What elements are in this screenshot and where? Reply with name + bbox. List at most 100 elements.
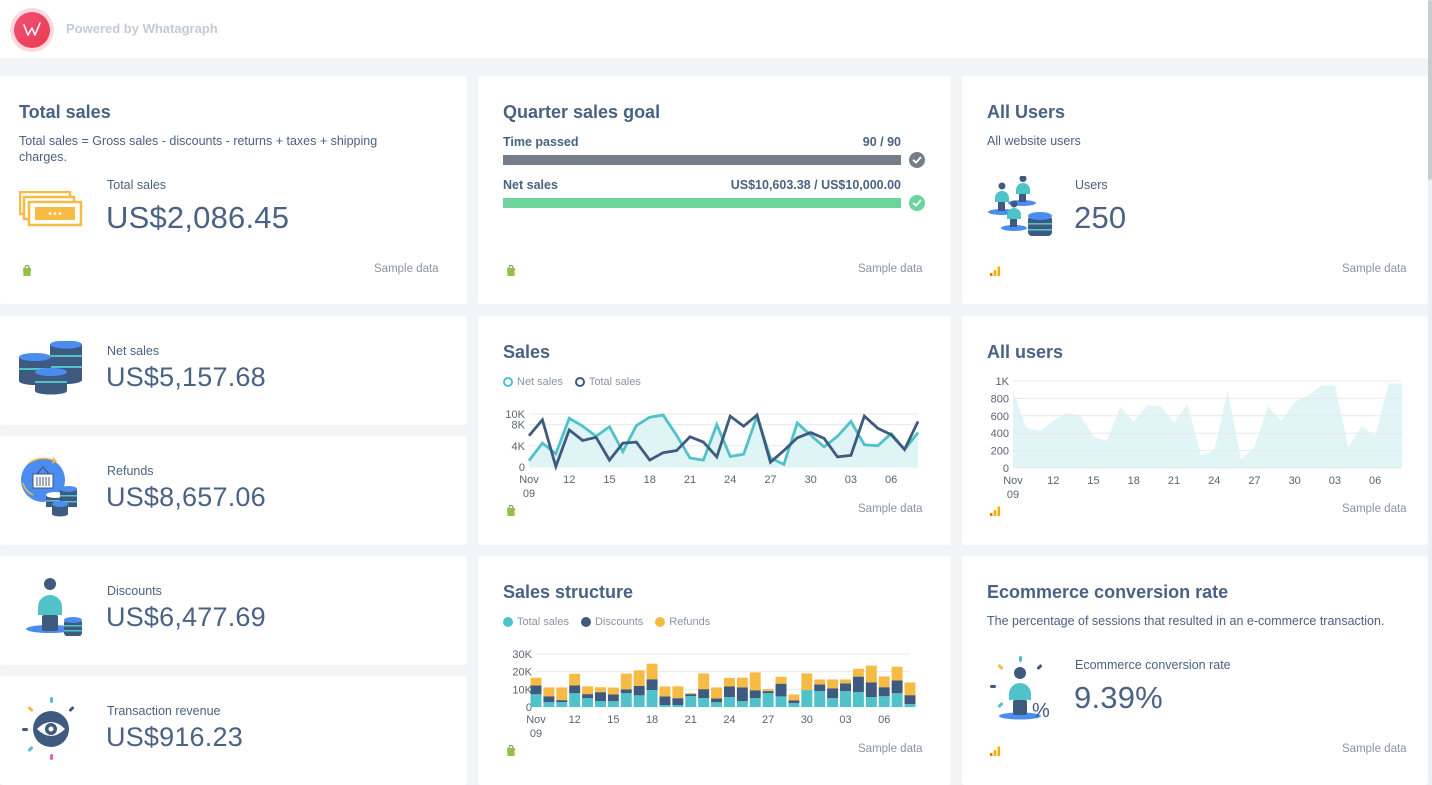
- bar-total-sales: [814, 691, 826, 707]
- person-percent-icon: %: [988, 656, 1052, 727]
- bar-discounts: [775, 683, 787, 697]
- bar-refunds: [852, 668, 864, 677]
- legend-label: Net sales: [517, 376, 563, 388]
- x-tick-label: 27: [762, 714, 774, 726]
- card-title: Total sales: [19, 102, 111, 122]
- bar-refunds: [827, 679, 839, 689]
- legend-item-total-sales[interactable]: Total sales: [503, 616, 569, 628]
- sample-data-label: Sample data: [1342, 743, 1407, 755]
- bar-refunds: [672, 686, 684, 699]
- legend-marker: [503, 377, 513, 387]
- bar-discounts: [711, 698, 723, 703]
- bar-refunds: [711, 687, 723, 699]
- bar-total-sales: [840, 691, 851, 707]
- bar-refunds: [723, 677, 735, 687]
- bar-total-sales: [685, 696, 697, 707]
- bar-total-sales: [723, 697, 735, 707]
- bar-total-sales: [595, 701, 606, 707]
- bar-total-sales: [607, 701, 619, 707]
- card-title: Sales structure: [503, 582, 634, 602]
- x-tick-label: 03: [839, 714, 851, 726]
- bar-refunds: [646, 663, 658, 680]
- chart-legend: Total sales Discounts Refunds: [503, 616, 710, 628]
- card-net-sales: Net sales US$5,157.68: [0, 316, 467, 425]
- legend-item-refunds[interactable]: Refunds: [655, 616, 710, 628]
- metric-label: Total sales: [107, 178, 167, 192]
- goal-time-passed-bar: [503, 155, 901, 165]
- bar-discounts: [827, 688, 839, 699]
- y-tick-label: 10K: [505, 409, 525, 421]
- legend-label: Refunds: [669, 616, 711, 628]
- metric-label: Users: [1075, 178, 1108, 192]
- bar-total-sales: [736, 701, 748, 707]
- y-tick-label: 600: [991, 411, 1009, 423]
- bar-refunds: [878, 676, 890, 688]
- sample-data-label: Sample data: [858, 503, 923, 515]
- bar-refunds: [607, 687, 619, 695]
- metric-value: US$6,477.69: [106, 602, 266, 632]
- card-description: All website users: [987, 134, 1081, 148]
- sample-data-label: Sample data: [858, 743, 923, 755]
- y-tick-label: 8K: [512, 420, 526, 432]
- card-description: The percentage of sessions that resulted…: [987, 614, 1385, 628]
- bar-refunds: [801, 673, 813, 691]
- person-coins-icon: [26, 577, 84, 644]
- legend-label: Total sales: [588, 376, 641, 388]
- legend-item-total-sales[interactable]: Total sales: [574, 376, 641, 388]
- card-title: Ecommerce conversion rate: [987, 582, 1229, 602]
- sales-line-chart: 0 4K 8K10K Nov 09 12 15 18 21 24 27 30 03 06: [505, 409, 920, 500]
- y-tick-label: 800: [991, 393, 1009, 405]
- goal-time-passed-value: 90 / 90: [862, 135, 901, 149]
- bar-discounts: [865, 682, 877, 698]
- scrollbar[interactable]: [1428, 0, 1432, 785]
- card-title: Quarter sales goal: [503, 102, 661, 122]
- scrollbar-thumb[interactable]: [1428, 0, 1432, 180]
- metric-value: US$5,157.68: [106, 362, 266, 392]
- bar-total-sales: [827, 698, 839, 707]
- metric-label: Discounts: [107, 584, 162, 598]
- x-tick-label: 30: [1289, 475, 1301, 487]
- bar-total-sales: [865, 697, 877, 707]
- x-tick-label: 24: [1208, 475, 1220, 487]
- bar-refunds: [659, 686, 671, 697]
- y-tick-label: 0: [519, 462, 525, 474]
- top-bar: Powered by Whatagraph: [0, 0, 1432, 58]
- x-tick-label: 12: [569, 714, 581, 726]
- legend-item-net-sales[interactable]: Net sales: [503, 376, 563, 388]
- bar-discounts: [595, 692, 606, 702]
- bar-refunds: [775, 676, 787, 684]
- metric-value: US$916.23: [106, 722, 243, 752]
- whatagraph-logo[interactable]: [10, 8, 54, 52]
- x-tick-label: 06: [878, 714, 890, 726]
- y-tick-label: 200: [991, 446, 1009, 458]
- x-tick-label: 30: [805, 474, 817, 486]
- bar-discounts: [685, 694, 697, 697]
- x-tick-label: 24: [723, 714, 735, 726]
- coin-stacks-icon: [19, 340, 83, 400]
- card-discounts: Discounts US$6,477.69: [0, 556, 467, 665]
- powered-by-label[interactable]: Powered by Whatagraph: [66, 21, 218, 36]
- x-tick-label: 27: [1248, 475, 1260, 487]
- goal-net-sales-label: Net sales: [503, 178, 558, 192]
- legend-item-discounts[interactable]: Discounts: [580, 616, 643, 628]
- bar-discounts: [788, 700, 800, 704]
- bar-total-sales: [788, 703, 800, 707]
- x-tick-label: 18: [644, 474, 656, 486]
- metric-value: 250: [1074, 200, 1127, 235]
- x-tick-label: Nov: [519, 474, 539, 486]
- sample-data-label: Sample data: [1342, 503, 1407, 515]
- bar-total-sales: [801, 690, 813, 707]
- bar-discounts: [672, 698, 684, 706]
- y-tick-label: 4K: [512, 441, 526, 453]
- y-tick-label: 400: [991, 428, 1009, 440]
- x-tick-label: 03: [1329, 475, 1341, 487]
- bar-total-sales: [620, 693, 632, 707]
- x-tick-label: 12: [1047, 475, 1059, 487]
- bar-discounts: [736, 687, 748, 702]
- bar-total-sales: [646, 690, 658, 707]
- legend-marker: [655, 617, 666, 627]
- users-area-chart: 0 200 400 600 800 1K Nov 09 12 15 18 21 24 27 30 03 06: [991, 376, 1403, 501]
- bar-discounts: [556, 700, 568, 703]
- bar-total-sales: [556, 702, 568, 707]
- bar-total-sales: [711, 702, 723, 707]
